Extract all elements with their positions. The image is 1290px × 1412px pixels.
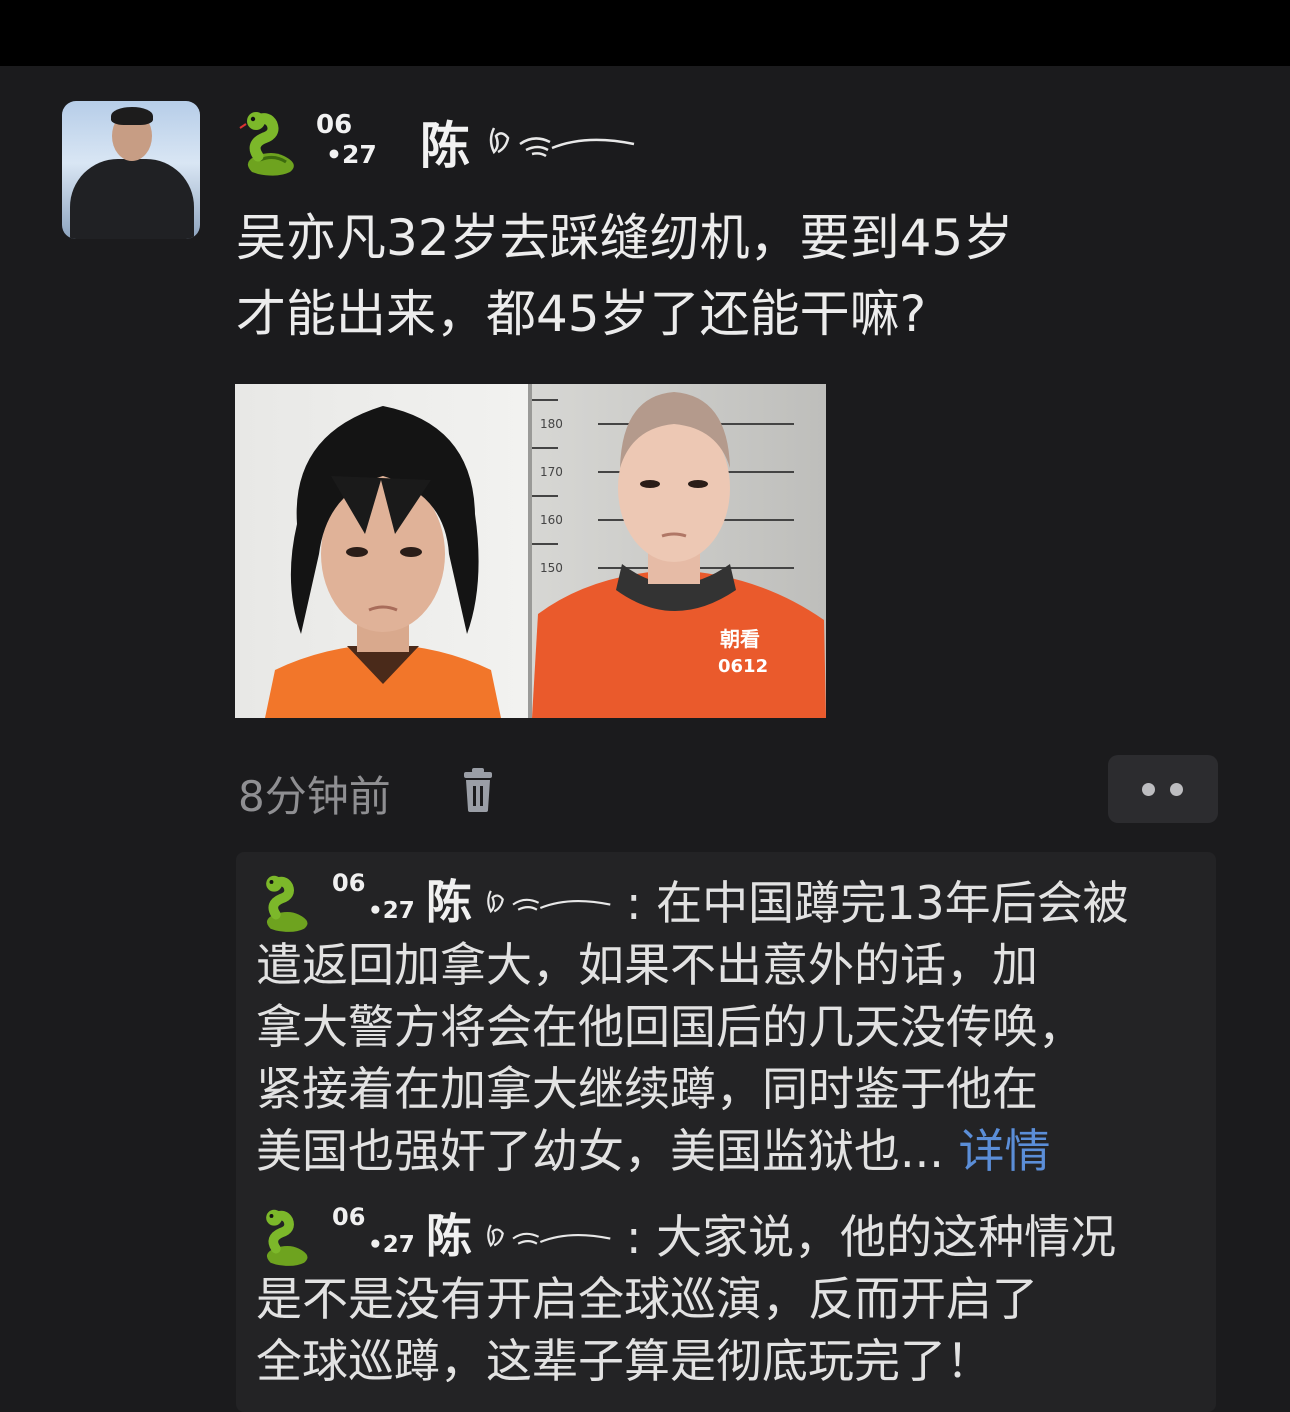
comment-text: 是不是没有开启全球巡演，反而开启了 全球巡蹲，这辈子算是彻底玩完了！ (256, 1268, 1216, 1392)
flourish-decoration-icon (487, 890, 611, 914)
uniform-badge-line-2: 0612 (718, 656, 768, 677)
comment-line: 全球巡蹲，这辈子算是彻底玩完了！ (256, 1334, 992, 1388)
post-text-line-2: 才能出来，都45岁了还能干嘛? (236, 285, 927, 343)
more-dot-icon (1142, 783, 1155, 796)
comment-line: 美国也强奸了幼女，美国监狱也... (256, 1124, 944, 1178)
comment-author-date-top: 06 (332, 1203, 366, 1231)
comment-text-first-line: : 大家说，他的这种情况 (626, 1210, 1117, 1264)
avatar[interactable] (62, 101, 200, 239)
avatar-hair (111, 107, 153, 125)
comment-item[interactable]: 06 •27 陈 : 在中国蹲完13年后会被 遣返回加拿大，如果不出意外的话，加… (256, 869, 1216, 1182)
avatar-figure (70, 159, 194, 239)
comment-author-surname[interactable]: 陈 (426, 1206, 472, 1266)
post-photo-left[interactable] (235, 384, 528, 718)
snake-emoji-icon (266, 875, 308, 932)
height-mark-160: 160 (540, 513, 563, 527)
uniform-badge-line-1: 朝看 (720, 627, 760, 651)
comment-line: 是不是没有开启全球巡演，反而开启了 (256, 1272, 1038, 1326)
more-options-button[interactable] (1108, 755, 1218, 823)
author-surname: 陈 (420, 117, 470, 175)
comment-author-date-bottom: •27 (368, 1232, 415, 1258)
post-time: 8分钟前 (238, 772, 391, 821)
author-date-top: 06 (316, 110, 353, 140)
mugshot-right-illustration: 180 170 160 150 朝看 0612 (532, 392, 826, 718)
comment-text: 遣返回加拿大，如果不出意外的话，加 拿大警方将会在他回国后的几天没传唤， 紧接着在加… (256, 934, 1216, 1182)
height-mark-180: 180 (540, 417, 563, 431)
comment-author-surname[interactable]: 陈 (426, 872, 472, 932)
snake-emoji-icon (266, 1209, 308, 1266)
comment-author-date-bottom: •27 (368, 898, 415, 924)
trash-icon[interactable] (458, 766, 498, 814)
comment-author-date-top: 06 (332, 869, 366, 897)
post-photo-right[interactable]: 180 170 160 150 朝看 0612 (532, 384, 826, 718)
comment-line: 拿大警方将会在他回国后的几天没传唤， (256, 1000, 1084, 1054)
author-name[interactable]: 06 •27 陈 (238, 106, 658, 176)
height-mark-150: 150 (540, 561, 563, 575)
flourish-decoration-icon (487, 1224, 611, 1248)
status-bar (0, 0, 1290, 66)
comment-details-link[interactable]: 详情 (959, 1124, 1051, 1178)
comment-line: 遣返回加拿大，如果不出意外的话，加 (256, 938, 1038, 992)
author-date-bottom: •27 (326, 140, 377, 169)
flourish-decoration-icon (489, 127, 635, 158)
comment-text-first-line: : 在中国蹲完13年后会被 (626, 876, 1129, 930)
mugshot-left-illustration (265, 406, 501, 718)
more-dot-icon (1170, 783, 1183, 796)
comment-line: 紧接着在加拿大继续蹲，同时鉴于他在 (256, 1062, 1038, 1116)
height-mark-170: 170 (540, 465, 563, 479)
post-text-line-1: 吴亦凡32岁去踩缝纫机，要到45岁 (236, 209, 1014, 267)
comment-item[interactable]: 06 •27 陈 : 大家说，他的这种情况 是不是没有开启全球巡演，反而开启了全… (256, 1203, 1216, 1392)
snake-emoji-icon (239, 112, 294, 176)
post-text: 吴亦凡32岁去踩缝纫机，要到45岁 才能出来，都45岁了还能干嘛? (236, 200, 1226, 352)
